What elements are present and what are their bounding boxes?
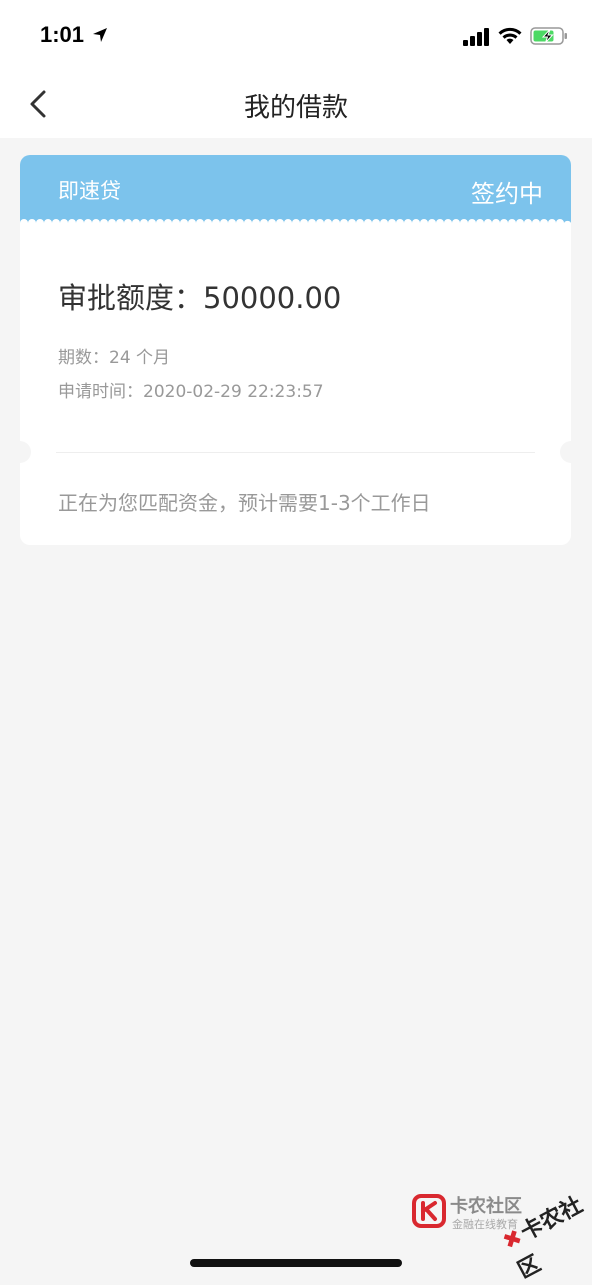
status-bar: 1:01 bbox=[0, 0, 592, 70]
home-indicator bbox=[190, 1259, 402, 1267]
kanong-logo-icon bbox=[412, 1194, 446, 1228]
wifi-icon bbox=[498, 27, 522, 44]
cellular-signal-icon bbox=[463, 28, 489, 46]
watermark-stamp-text: 卡农社区 bbox=[513, 1192, 587, 1284]
page-title: 我的借款 bbox=[243, 93, 348, 123]
apply-time: 申请时间：2020-02-29 22:23:57 bbox=[58, 382, 324, 402]
watermark: 卡农社区 金融在线教育 ✖卡农社区 bbox=[410, 1188, 590, 1284]
ticket-notch-left bbox=[20, 441, 31, 463]
approved-amount: 审批额度：50000.00 bbox=[58, 281, 342, 315]
scalloped-edge bbox=[20, 219, 571, 227]
progress-message: 正在为您匹配资金，预计需要1-3个工作日 bbox=[58, 491, 431, 515]
location-arrow-icon bbox=[93, 28, 107, 42]
nav-bar: 我的借款 bbox=[0, 70, 592, 138]
loan-period: 期数：24 个月 bbox=[58, 348, 171, 368]
card-header: 即速贷 签约中 bbox=[20, 155, 571, 223]
ticket-notch-right bbox=[560, 441, 571, 463]
battery-charging-icon bbox=[530, 27, 567, 45]
status-time: 1:01 bbox=[40, 22, 85, 47]
loan-card[interactable]: 即速贷 签约中 审批额度：50000.00 期数：24 个月 申请时间：2020… bbox=[20, 155, 571, 545]
product-name: 即速贷 bbox=[58, 179, 121, 203]
dashed-divider bbox=[56, 452, 535, 453]
watermark-title: 卡农社区 bbox=[450, 1196, 522, 1217]
status-badge: 签约中 bbox=[471, 180, 543, 208]
